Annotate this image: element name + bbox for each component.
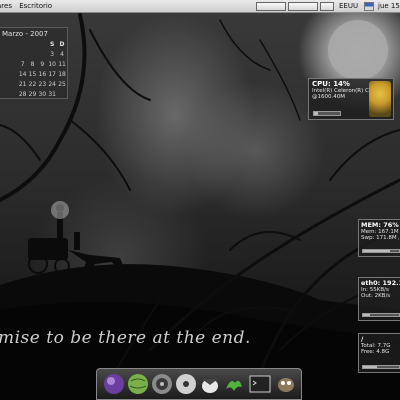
net-title: eth0: 192.168 [361, 279, 400, 287]
purple-orb-icon[interactable] [103, 373, 125, 395]
calendar-day: 23 [38, 80, 47, 88]
calendar-header: D [59, 40, 65, 48]
calendar-day: 21 [18, 80, 27, 88]
taskbar-button[interactable] [320, 2, 334, 11]
calendar-day: 8 [30, 60, 35, 68]
wallpaper-quote: mise to be there at the end. [0, 328, 251, 348]
terminal-icon[interactable] [249, 373, 271, 395]
disk-free: Free: 4.8G [361, 349, 390, 355]
panel-clock[interactable]: jue 15 [378, 0, 400, 13]
calendar-day: 16 [38, 70, 47, 78]
memory-monitor-widget: MEM: 76% Mem: 167.1M /218 Swp: 171.8M /9… [358, 219, 400, 257]
calendar-day: 10 [48, 60, 56, 68]
network-icon[interactable] [364, 2, 374, 11]
calendar-day: 18 [58, 70, 66, 78]
application-dock [96, 368, 302, 400]
calendar-day: 29 [28, 90, 37, 98]
cpu-monitor-widget: CPU: 14% Intel(R) Celeron(R) CPU 2.80GH … [308, 78, 394, 120]
green-frog-icon[interactable] [223, 373, 245, 395]
calendar-day: 14 [18, 70, 27, 78]
taskbar-button[interactable] [288, 2, 318, 11]
audio-speaker-icon[interactable] [151, 373, 173, 395]
calendar-header: S [50, 40, 55, 48]
keyboard-layout-indicator[interactable]: EEUU [339, 0, 358, 13]
cpu-usage-bar [313, 111, 341, 116]
menu-desktop[interactable]: Escritorio [19, 2, 52, 10]
calendar-grid: S D 3 4 7 8 9 10 11 14 15 16 17 18 21 22… [0, 39, 67, 99]
calendar-widget: Marzo - 2007 S D 3 4 7 8 9 10 11 14 15 1… [0, 27, 68, 99]
calendar-day: 25 [58, 80, 66, 88]
calendar-day: 15 [28, 70, 37, 78]
calendar-title: Marzo - 2007 [2, 30, 48, 38]
calendar-day: 30 [38, 90, 47, 98]
net-out: Out: 2KB/s [361, 293, 391, 299]
disk-usage-bar [362, 365, 400, 369]
net-activity-fill [363, 314, 371, 316]
panel-menu: ares Escritorio [0, 0, 57, 13]
calendar-day: 11 [58, 60, 66, 68]
calendar-day: 24 [48, 80, 56, 88]
web-globe-icon[interactable] [127, 373, 149, 395]
gimp-icon[interactable] [275, 373, 297, 395]
mem-title: MEM: 76% [361, 221, 399, 229]
calendar-day: 22 [28, 80, 37, 88]
net-activity-bar [362, 313, 400, 317]
mem-swap: Swp: 171.8M /996 [361, 235, 399, 241]
penguin-mail-icon[interactable] [199, 373, 221, 395]
top-panel: ares Escritorio EEUU jue 15 [0, 0, 400, 13]
cpu-usage-fill [314, 112, 318, 115]
disk-monitor-widget: / Total: 7.7G Free: 4.8G [358, 333, 400, 373]
calendar-day: 7 [20, 60, 25, 68]
mem-usage-fill [363, 250, 391, 252]
network-monitor-widget: eth0: 192.168 In: 55KB/s Out: 2KB/s [358, 277, 400, 321]
calendar-day: 17 [48, 70, 56, 78]
menu-places[interactable]: ares [0, 2, 12, 10]
calendar-day: 9 [40, 60, 45, 68]
mem-usage-bar [362, 249, 400, 253]
calendar-day: 31 [48, 90, 56, 98]
calendar-day: 28 [18, 90, 27, 98]
media-disc-icon[interactable] [175, 373, 197, 395]
character-icon [369, 81, 391, 117]
disk-usage-fill [363, 366, 377, 368]
taskbar-button[interactable] [256, 2, 286, 11]
calendar-day: 3 [50, 50, 55, 58]
calendar-day: 4 [60, 50, 64, 58]
